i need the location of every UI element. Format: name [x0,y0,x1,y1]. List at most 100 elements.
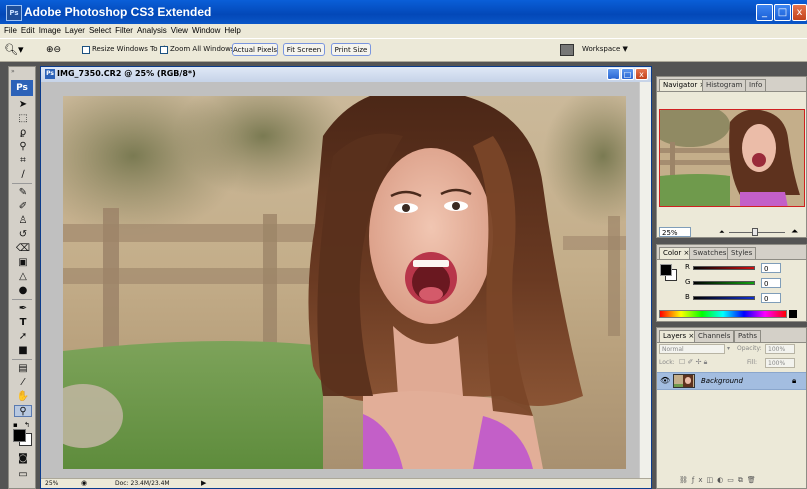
tab-channels[interactable]: Channels [694,330,735,342]
zoom-tool-preset-icon[interactable]: 🔍︎▾ [4,43,26,57]
adjustment-layer-icon[interactable]: ◐ [717,476,727,484]
document-maximize-button[interactable]: □ [621,68,634,80]
print-size-button[interactable]: Print Size [331,43,371,56]
menu-analysis[interactable]: Analysis [137,24,167,38]
screen-mode-icon[interactable]: ▭ [14,469,32,481]
canvas-area[interactable] [41,82,639,478]
swap-colors-icon[interactable]: ↰ [24,421,32,429]
opacity-field[interactable]: 100% [765,344,795,354]
close-button[interactable]: x [792,4,807,21]
slice-tool-icon[interactable]: ∕ [14,169,32,181]
new-layer-icon[interactable]: ⧉ [738,476,747,484]
path-selection-tool-icon[interactable]: ➚ [14,331,32,343]
resize-windows-checkbox[interactable] [82,46,90,54]
menu-help[interactable]: Help [224,24,240,38]
workspace-menu[interactable]: Workspace ▼ [582,45,628,53]
link-layers-icon[interactable]: ⛓ [679,476,692,484]
clone-stamp-tool-icon[interactable]: ♙ [14,215,32,227]
document-minimize-button[interactable]: _ [607,68,620,80]
photo-canvas[interactable] [63,96,626,469]
navigator-preview[interactable] [659,109,805,207]
channel-r-slider[interactable] [693,266,755,270]
black-swatch[interactable] [789,310,797,318]
dodge-tool-icon[interactable]: ● [14,285,32,297]
magic-wand-tool-icon[interactable]: ⚲ [14,141,32,153]
history-brush-tool-icon[interactable]: ↺ [14,229,32,241]
zoom-tool-icon[interactable]: ⚲ [14,405,32,417]
default-colors-icon[interactable]: ▪ [13,421,21,429]
zoom-out-small-icon[interactable]: ⏶ [719,228,725,237]
move-tool-icon[interactable]: ➤ [14,99,32,111]
gradient-tool-icon[interactable]: ▣ [14,257,32,269]
navigator-panel: Navigator × Histogram Info 25% ⏶ ⏶ [656,76,807,238]
crop-tool-icon[interactable]: ⌗ [14,155,32,167]
marquee-tool-icon[interactable]: ⬚ [14,113,32,125]
opacity-label: Opacity: [737,345,762,352]
status-menu-arrow-icon[interactable]: ▶ [201,479,206,487]
color-foreground-swatch[interactable] [660,264,672,276]
maximize-button[interactable]: □ [774,4,791,21]
menu-window[interactable]: Window [192,24,220,38]
eraser-tool-icon[interactable]: ⌫ [14,243,32,255]
lock-options-icon[interactable]: ☐ ✐ ✢ 🔒︎ [679,358,707,367]
lasso-tool-icon[interactable]: ϼ [14,127,32,139]
blend-mode-select[interactable]: Normal [659,344,725,354]
menu-bar: File Edit Image Layer Select Filter Analysis Vi… [0,24,807,38]
brush-tool-icon[interactable]: ✐ [14,201,32,213]
delete-layer-icon[interactable]: 🗑︎ [747,476,760,484]
menu-image[interactable]: Image [39,24,61,38]
type-tool-icon[interactable]: T [14,317,32,329]
document-vertical-scrollbar[interactable] [639,82,651,478]
photoshop-logo[interactable]: Ps [11,80,33,96]
channel-g-slider[interactable] [693,281,755,285]
shape-tool-icon[interactable]: ■ [14,345,32,357]
tab-styles[interactable]: Styles [727,247,757,259]
navigator-tabs: Navigator × Histogram Info [657,77,806,92]
menu-filter[interactable]: Filter [115,24,133,38]
blur-tool-icon[interactable]: △ [14,271,32,283]
color-spectrum-bar[interactable] [659,310,787,318]
layer-row-background[interactable]: 👁︎ Background 🔒︎ [657,372,806,390]
document-close-button[interactable]: x [635,68,648,80]
tab-paths[interactable]: Paths [734,330,762,342]
minimize-button[interactable]: _ [756,4,773,21]
actual-pixels-button[interactable]: Actual Pixels [232,43,278,56]
zoom-level[interactable]: 25% [45,480,58,487]
status-info-icon[interactable]: ◉ [81,479,87,487]
zoom-all-windows-checkbox[interactable] [160,46,168,54]
new-group-icon[interactable]: ▭ [727,476,738,484]
collapse-toolbox-icon[interactable]: » [11,68,33,76]
menu-file[interactable]: File [4,24,17,38]
navigator-zoom-field[interactable]: 25% [659,227,691,237]
menu-select[interactable]: Select [89,24,111,38]
workspace-icon[interactable] [560,44,574,56]
tab-swatches[interactable]: Swatches [689,247,731,259]
fill-field[interactable]: 100% [765,358,795,368]
fit-screen-button[interactable]: Fit Screen [283,43,325,56]
quick-mask-icon[interactable]: ◙ [14,453,32,465]
menu-layer[interactable]: Layer [65,24,85,38]
hand-tool-icon[interactable]: ✋ [14,391,32,403]
channel-r-field[interactable]: 0 [761,263,781,273]
tab-histogram[interactable]: Histogram [702,79,747,91]
tab-info[interactable]: Info [745,79,767,91]
channel-b-slider[interactable] [693,296,755,300]
healing-brush-tool-icon[interactable]: ✎ [14,187,32,199]
channel-g-field[interactable]: 0 [761,278,781,288]
layer-visibility-eye-icon[interactable]: 👁︎ [660,376,670,385]
eyedropper-tool-icon[interactable]: ⁄ [14,377,32,389]
channel-b-field[interactable]: 0 [761,293,781,303]
layer-mask-icon[interactable]: ◫ [707,476,718,484]
pen-tool-icon[interactable]: ✒ [14,303,32,315]
menu-edit[interactable]: Edit [21,24,35,38]
notes-tool-icon[interactable]: ▤ [14,363,32,375]
tab-layers[interactable]: Layers × [659,330,699,342]
zoom-in-large-icon[interactable]: ⏶ [791,227,798,237]
menu-view[interactable]: View [171,24,188,38]
navigator-zoom-handle[interactable] [752,228,758,236]
foreground-color-swatch[interactable] [13,429,26,442]
document-title-bar[interactable]: Ps IMG_7350.CR2 @ 25% (RGB/8*) _ □ x [41,67,651,82]
zoom-in-out-icon[interactable]: ⊕⊖ [46,43,74,57]
blend-mode-arrow-icon[interactable]: ▾ [727,345,730,352]
layer-style-icon[interactable]: ƒx [692,476,707,484]
